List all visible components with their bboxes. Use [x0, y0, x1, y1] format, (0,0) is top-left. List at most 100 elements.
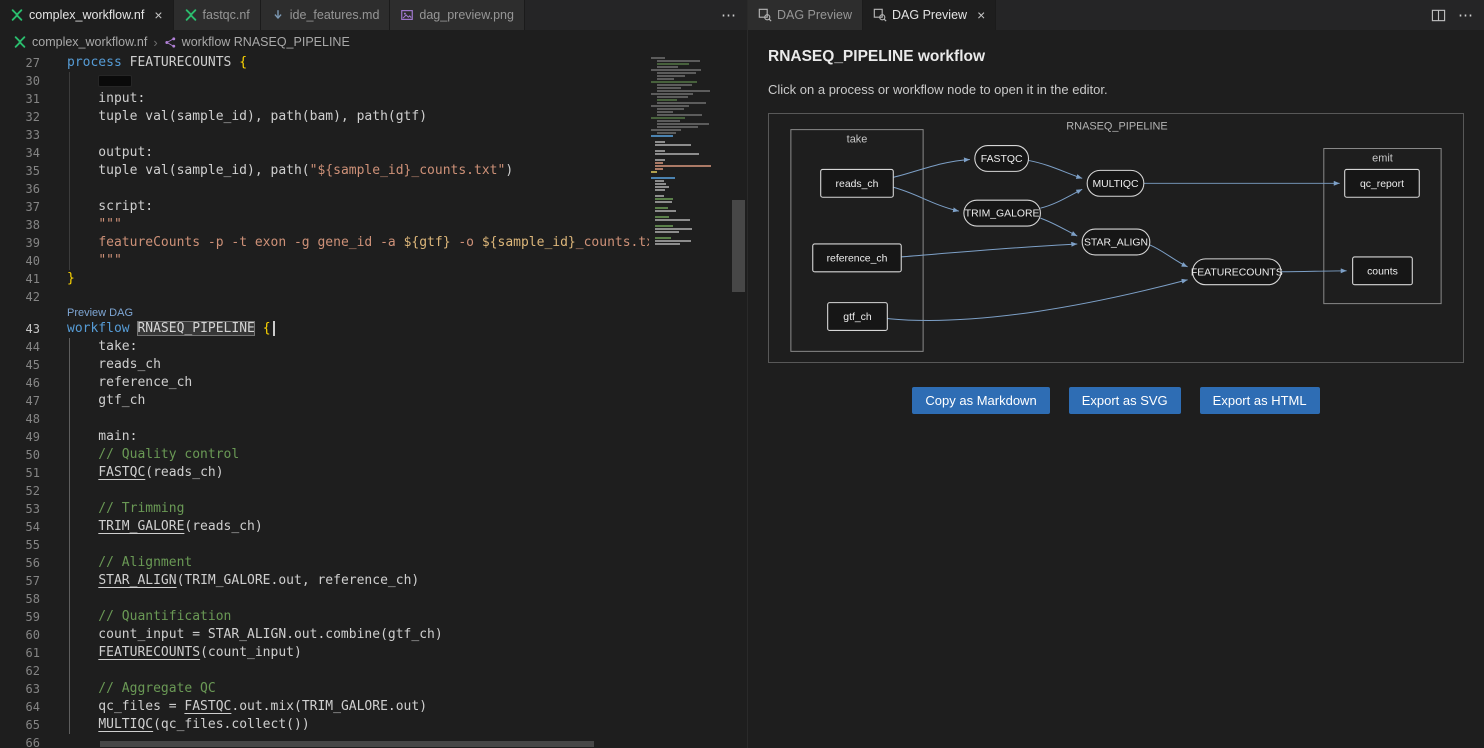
code-line-63[interactable]: 63 // Aggregate QC — [0, 680, 747, 698]
breadcrumb-symbol[interactable]: workflow RNASEQ_PIPELINE — [182, 35, 350, 49]
tab-complex-workflow-nf[interactable]: complex_workflow.nf× — [0, 0, 174, 30]
more-actions-icon[interactable]: ⋯ — [721, 6, 737, 24]
dag-node-qc_report[interactable]: qc_report — [1345, 169, 1420, 197]
dag-edge-FEATURECOUNTS-counts — [1281, 271, 1347, 272]
code-line-31[interactable]: 31 input: — [0, 90, 747, 108]
dag-node-reference_ch[interactable]: reference_ch — [813, 244, 901, 272]
tab-fastqc-nf[interactable]: fastqc.nf — [174, 0, 261, 30]
code-line-32[interactable]: 32 tuple val(sample_id), path(bam), path… — [0, 108, 747, 126]
tab-bar-left: complex_workflow.nf× fastqc.nf ide_feature… — [0, 0, 747, 30]
line-number: 43 — [0, 320, 40, 338]
panel-title: RNASEQ_PIPELINE workflow — [768, 48, 1464, 66]
dag-node-counts[interactable]: counts — [1353, 257, 1413, 285]
svg-text:gtf_ch: gtf_ch — [843, 312, 872, 323]
line-number: 37 — [0, 198, 40, 216]
line-number: 50 — [0, 446, 40, 464]
code-line-36[interactable]: 36 — [0, 180, 747, 198]
code-line-59[interactable]: 59 // Quantification — [0, 608, 747, 626]
code-line-65[interactable]: 65 MULTIQC(qc_files.collect()) — [0, 716, 747, 734]
code-line-54[interactable]: 54 TRIM_GALORE(reads_ch) — [0, 518, 747, 536]
dag-node-STAR_ALIGN[interactable]: STAR_ALIGN — [1082, 229, 1150, 255]
dag-edge-reads_ch-FASTQC — [893, 159, 970, 177]
line-number: 48 — [0, 410, 40, 428]
code-line-60[interactable]: 60 count_input = STAR_ALIGN.out.combine(… — [0, 626, 747, 644]
dag-node-gtf_ch[interactable]: gtf_ch — [828, 303, 888, 331]
code-line-52[interactable]: 52 — [0, 482, 747, 500]
code-line-51[interactable]: 51 FASTQC(reads_ch) — [0, 464, 747, 482]
dag-svg: RNASEQ_PIPELINEtakeemitreads_chreference… — [769, 114, 1463, 362]
line-text: """ — [67, 252, 122, 270]
code-line-56[interactable]: 56 // Alignment — [0, 554, 747, 572]
tab-dag-preview-active[interactable]: DAG Preview× — [863, 0, 996, 30]
button-export-as-svg[interactable]: Export as SVG — [1069, 387, 1181, 414]
dag-node-reads_ch[interactable]: reads_ch — [821, 169, 894, 197]
cluster-label-take: take — [847, 134, 868, 146]
code-line-37[interactable]: 37 script: — [0, 198, 747, 216]
dag-edge-gtf_ch-FEATURECOUNTS — [887, 280, 1187, 321]
line-number: 45 — [0, 356, 40, 374]
code-line-50[interactable]: 50 // Quality control — [0, 446, 747, 464]
code-line-33[interactable]: 33 — [0, 126, 747, 144]
close-icon[interactable]: × — [154, 8, 162, 22]
more-actions-icon[interactable]: ⋯ — [1458, 6, 1474, 24]
close-icon[interactable]: × — [977, 8, 985, 22]
dag-edge-TRIM_GALORE-STAR_ALIGN — [1040, 218, 1077, 236]
code-editor[interactable]: 27process FEATURECOUNTS {30 31 input:32 … — [0, 54, 747, 748]
codelens-preview-dag[interactable]: Preview DAG — [67, 306, 747, 320]
vertical-scrollbar[interactable] — [732, 200, 745, 292]
code-line-62[interactable]: 62 — [0, 662, 747, 680]
tab-dag-preview[interactable]: DAG Preview — [748, 0, 863, 30]
code-line-30[interactable]: 30 — [0, 72, 747, 90]
code-line-43[interactable]: 43workflow RNASEQ_PIPELINE { — [0, 320, 747, 338]
line-number: 36 — [0, 180, 40, 198]
line-number: 33 — [0, 126, 40, 144]
code-line-38[interactable]: 38 """ — [0, 216, 747, 234]
line-text: """ — [67, 216, 122, 234]
dag-node-FASTQC[interactable]: FASTQC — [975, 146, 1029, 172]
code-line-49[interactable]: 49 main: — [0, 428, 747, 446]
line-number: 39 — [0, 234, 40, 252]
code-line-40[interactable]: 40 """ — [0, 252, 747, 270]
code-line-47[interactable]: 47 gtf_ch — [0, 392, 747, 410]
line-text: reads_ch — [67, 356, 161, 374]
split-editor-icon[interactable] — [1431, 8, 1446, 23]
dag-node-MULTIQC[interactable]: MULTIQC — [1087, 170, 1144, 196]
code-line-64[interactable]: 64 qc_files = FASTQC.out.mix(TRIM_GALORE… — [0, 698, 747, 716]
code-line-61[interactable]: 61 FEATURECOUNTS(count_input) — [0, 644, 747, 662]
code-line-48[interactable]: 48 — [0, 410, 747, 428]
tab-label: ide_features.md — [290, 8, 380, 22]
line-number: 56 — [0, 554, 40, 572]
breadcrumb-file[interactable]: complex_workflow.nf — [32, 35, 147, 49]
minimap[interactable] — [649, 54, 722, 748]
dag-node-TRIM_GALORE[interactable]: TRIM_GALORE — [964, 200, 1041, 226]
line-number: 27 — [0, 54, 40, 72]
code-line-34[interactable]: 34 output: — [0, 144, 747, 162]
button-export-as-html[interactable]: Export as HTML — [1200, 387, 1320, 414]
workflow-symbol-icon — [164, 36, 177, 49]
button-copy-as-markdown[interactable]: Copy as Markdown — [912, 387, 1049, 414]
code-line-39[interactable]: 39 featureCounts -p -t exon -g gene_id -… — [0, 234, 747, 252]
breadcrumb: complex_workflow.nf › workflow RNASEQ_PI… — [0, 30, 747, 54]
code-line-57[interactable]: 57 STAR_ALIGN(TRIM_GALORE.out, reference… — [0, 572, 747, 590]
line-number: 64 — [0, 698, 40, 716]
code-line-46[interactable]: 46 reference_ch — [0, 374, 747, 392]
line-text: qc_files = FASTQC.out.mix(TRIM_GALORE.ou… — [67, 698, 427, 716]
code-line-27[interactable]: 27process FEATURECOUNTS { — [0, 54, 747, 72]
svg-text:FASTQC: FASTQC — [981, 154, 1023, 165]
line-text: output: — [67, 144, 153, 162]
horizontal-scrollbar[interactable] — [100, 741, 594, 747]
code-line-58[interactable]: 58 — [0, 590, 747, 608]
code-line-42[interactable]: 42 — [0, 288, 747, 306]
dag-node-FEATURECOUNTS[interactable]: FEATURECOUNTS — [1191, 259, 1283, 285]
tab-ide-features-md[interactable]: ide_features.md — [261, 0, 391, 30]
code-line-53[interactable]: 53 // Trimming — [0, 500, 747, 518]
code-line-41[interactable]: 41} — [0, 270, 747, 288]
tab-dag-preview-png[interactable]: dag_preview.png — [390, 0, 525, 30]
code-line-44[interactable]: 44 take: — [0, 338, 747, 356]
code-line-45[interactable]: 45 reads_ch — [0, 356, 747, 374]
code-line-55[interactable]: 55 — [0, 536, 747, 554]
svg-text:TRIM_GALORE: TRIM_GALORE — [965, 209, 1040, 220]
code-line-35[interactable]: 35 tuple val(sample_id), path("${sample_… — [0, 162, 747, 180]
tab-label: fastqc.nf — [203, 8, 250, 22]
preview-icon — [873, 8, 887, 22]
